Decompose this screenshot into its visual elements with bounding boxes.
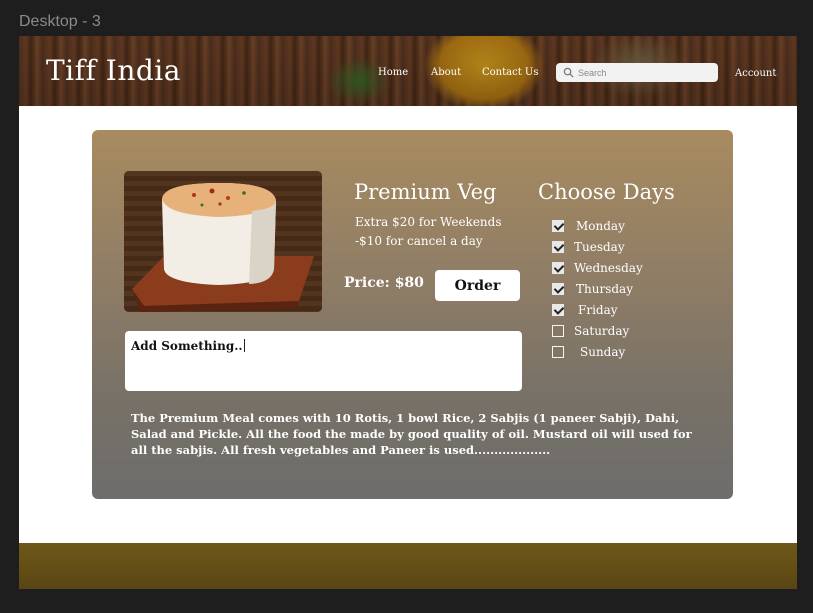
sunday-label: Sunday — [580, 345, 626, 359]
nav-contact-link[interactable]: Contact Us — [482, 67, 538, 78]
wednesday-label: Wednesday — [574, 261, 643, 275]
price-label: Price: $80 — [344, 275, 424, 291]
frame-label: Desktop - 3 — [19, 13, 101, 30]
day-monday[interactable]: Monday — [552, 219, 625, 233]
search-icon — [563, 67, 574, 78]
friday-checkbox[interactable] — [552, 304, 564, 316]
monday-label: Monday — [576, 219, 625, 233]
thursday-label: Thursday — [576, 282, 633, 296]
choose-days-title: Choose Days — [538, 180, 675, 204]
nav-account-link[interactable]: Account — [735, 68, 776, 79]
nav-home-link[interactable]: Home — [378, 67, 408, 78]
weekend-note: Extra $20 for Weekends — [355, 215, 502, 229]
saturday-checkbox[interactable] — [552, 325, 564, 337]
tuesday-label: Tuesday — [574, 240, 625, 254]
saturday-label: Saturday — [574, 324, 630, 338]
day-thursday[interactable]: Thursday — [552, 282, 633, 296]
wednesday-checkbox[interactable] — [552, 262, 564, 274]
order-button[interactable]: Order — [435, 270, 520, 301]
cancel-note: -$10 for cancel a day — [355, 234, 483, 248]
paneer-illustration — [124, 171, 322, 312]
day-wednesday[interactable]: Wednesday — [552, 261, 643, 275]
day-friday[interactable]: Friday — [552, 303, 618, 317]
day-tuesday[interactable]: Tuesday — [552, 240, 625, 254]
text-caret — [243, 339, 245, 352]
add-something-value: Add Something.. — [131, 339, 243, 353]
search-input[interactable]: Search — [556, 63, 718, 82]
footer — [19, 543, 797, 589]
desktop-frame: Tiff India Home About Contact Us Search … — [19, 36, 797, 589]
sunday-checkbox[interactable] — [552, 346, 564, 358]
paneer-image — [124, 171, 322, 312]
logo[interactable]: Tiff India — [46, 54, 181, 87]
friday-label: Friday — [578, 303, 618, 317]
product-title: Premium Veg — [354, 180, 497, 204]
meal-description: The Premium Meal comes with 10 Rotis, 1 … — [131, 411, 692, 457]
nav-about-link[interactable]: About — [431, 67, 461, 78]
day-sunday[interactable]: Sunday — [552, 345, 625, 359]
product-card: Premium Veg Extra $20 for Weekends -$10 … — [92, 130, 733, 499]
monday-checkbox[interactable] — [552, 220, 564, 232]
search-placeholder: Search — [578, 67, 607, 78]
thursday-checkbox[interactable] — [552, 283, 564, 295]
add-something-input[interactable]: Add Something.. — [125, 331, 522, 391]
tuesday-checkbox[interactable] — [552, 241, 564, 253]
header: Tiff India Home About Contact Us Search … — [19, 36, 797, 106]
day-saturday[interactable]: Saturday — [552, 324, 629, 338]
